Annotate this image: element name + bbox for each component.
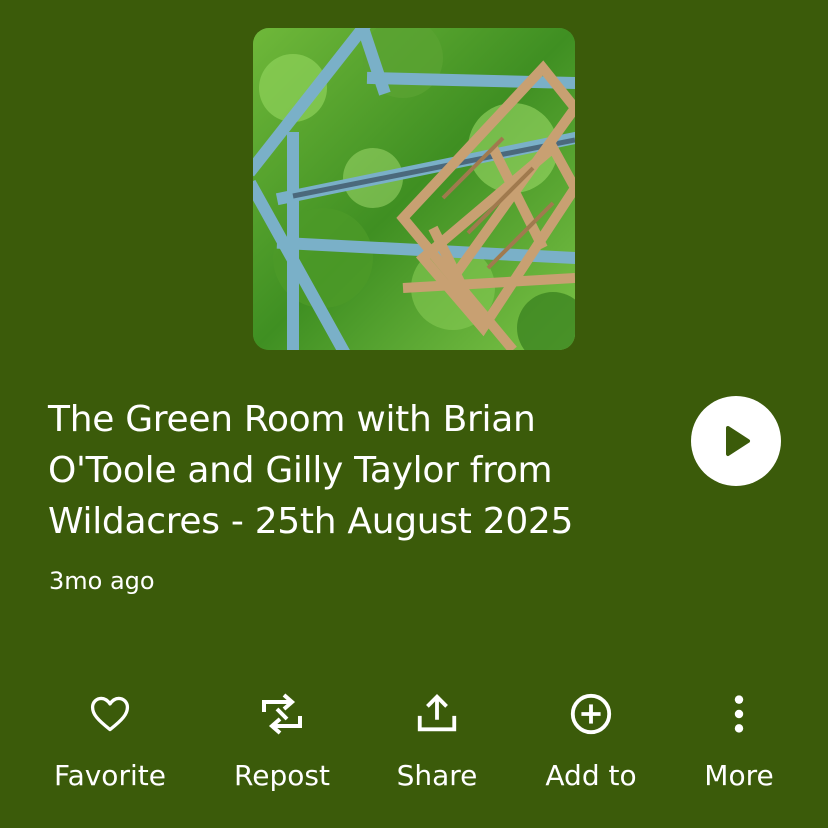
action-bar: Favorite Repost Share Add to More [0, 686, 828, 806]
play-button[interactable] [691, 396, 781, 486]
more-button[interactable]: More [669, 686, 809, 798]
share-button[interactable]: Share [367, 686, 507, 798]
favorite-label: Favorite [54, 759, 166, 792]
repost-label: Repost [234, 759, 330, 792]
repost-icon [256, 688, 308, 740]
add-to-label: Add to [545, 759, 637, 792]
share-label: Share [396, 759, 478, 792]
more-label: More [704, 759, 774, 792]
favorite-button[interactable]: Favorite [40, 686, 180, 798]
add-to-button[interactable]: Add to [521, 686, 661, 798]
share-icon [411, 688, 463, 740]
track-title: The Green Room with Brian O'Toole and Gi… [48, 399, 574, 542]
more-vertical-icon [713, 688, 765, 740]
repost-button[interactable]: Repost [212, 686, 352, 798]
artwork-image [253, 28, 575, 350]
posted-time: 3mo ago [49, 567, 155, 595]
heart-icon [84, 688, 136, 740]
add-circle-icon [565, 688, 617, 740]
play-icon [716, 421, 756, 461]
